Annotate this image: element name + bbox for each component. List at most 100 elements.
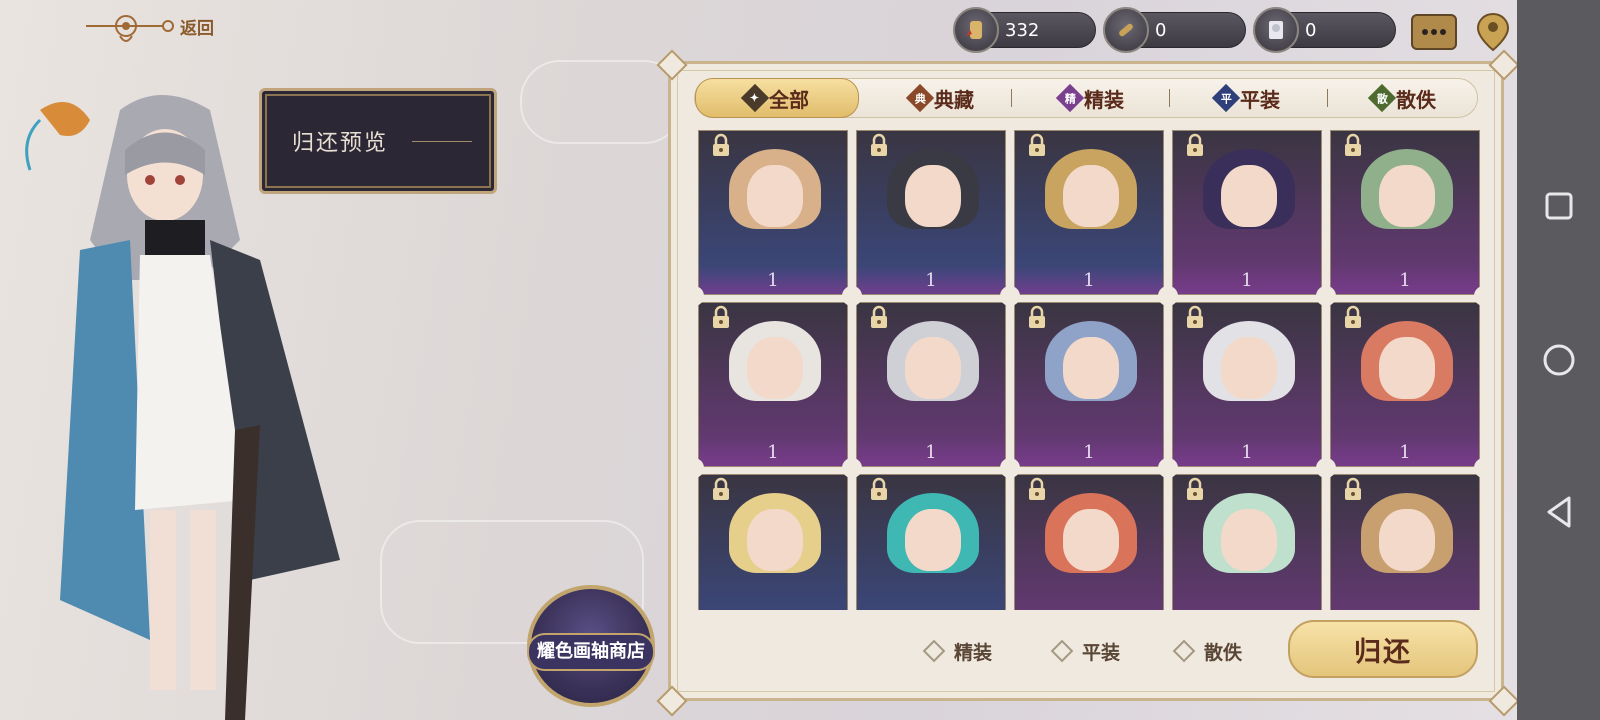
card-grid: 1 1 1 1 1 1 1 1 1 1 xyxy=(698,130,1484,610)
character-card[interactable] xyxy=(1172,474,1322,610)
lock-icon xyxy=(869,305,889,334)
scroll-shop-label: 耀色画轴商店 xyxy=(527,633,655,671)
character-face xyxy=(905,509,961,571)
diamond-checkbox-icon xyxy=(1050,639,1074,663)
character-card[interactable] xyxy=(1014,474,1164,610)
currency-scroll-ticket[interactable]: 332 xyxy=(953,7,1096,53)
filter-label: 平装 xyxy=(1082,641,1121,664)
diamond-checkbox-icon xyxy=(1172,639,1196,663)
location-pin-button[interactable] xyxy=(1476,12,1510,52)
card-count: 1 xyxy=(1241,270,1253,291)
card-count: 1 xyxy=(1083,270,1095,291)
character-face xyxy=(1221,337,1277,399)
card-divider-notch xyxy=(1316,458,1336,478)
lock-icon xyxy=(1027,477,1047,506)
tab-all[interactable]: ✦ 全部 xyxy=(695,78,859,118)
return-button-label: 归还 xyxy=(1354,636,1412,668)
character-face xyxy=(1063,165,1119,227)
lock-icon xyxy=(1185,133,1205,162)
card-count: 1 xyxy=(1399,270,1411,291)
category-tabs: ✦ 全部 典 典藏 精 精装 平 平装 散 散佚 xyxy=(694,78,1478,118)
character-card[interactable]: 1 xyxy=(1172,302,1322,467)
card-count: 1 xyxy=(1241,442,1253,463)
lock-icon xyxy=(1343,477,1363,506)
character-card[interactable]: 1 xyxy=(856,130,1006,295)
currency-value: 0 xyxy=(1305,20,1317,41)
book-portrait-icon xyxy=(1253,7,1299,53)
character-card[interactable] xyxy=(856,474,1006,610)
return-preview-label: 归还预览 xyxy=(292,131,389,156)
character-card[interactable]: 1 xyxy=(1014,130,1164,295)
currency-book[interactable]: 0 xyxy=(1253,7,1396,53)
badge-lost-icon: 散 xyxy=(1367,83,1397,113)
lock-icon xyxy=(869,133,889,162)
character-card[interactable]: 1 xyxy=(856,302,1006,467)
currency-value: 0 xyxy=(1155,20,1167,41)
scroll-ticket-icon xyxy=(953,7,999,53)
badge-paperback-icon: 平 xyxy=(1211,83,1241,113)
recents-button[interactable] xyxy=(1539,186,1579,226)
character-face xyxy=(1221,165,1277,227)
tab-deluxe[interactable]: 精 精装 xyxy=(1017,79,1167,117)
character-card[interactable] xyxy=(698,474,848,610)
badge-deluxe-icon: 精 xyxy=(1055,83,1085,113)
card-divider-notch xyxy=(842,458,862,478)
scroll-shop-button[interactable]: 耀色画轴商店 xyxy=(527,585,655,707)
character-card[interactable]: 1 xyxy=(1172,130,1322,295)
chat-button[interactable] xyxy=(1411,14,1457,50)
back-nav-button[interactable] xyxy=(1539,492,1579,532)
character-card[interactable]: 1 xyxy=(698,302,848,467)
character-face xyxy=(747,337,803,399)
card-count: 1 xyxy=(767,442,779,463)
diamond-checkbox-icon xyxy=(922,639,946,663)
tab-label: 平装 xyxy=(1240,87,1280,112)
tab-separator xyxy=(1011,89,1012,107)
filter-deluxe[interactable]: 精装 xyxy=(922,634,992,668)
badge-collection-icon: 典 xyxy=(905,83,935,113)
character-card[interactable]: 1 xyxy=(1330,130,1480,295)
filter-lost[interactable]: 散佚 xyxy=(1172,634,1243,668)
back-label: 返回 xyxy=(180,18,214,39)
tab-label: 全部 xyxy=(769,87,809,112)
tab-separator xyxy=(1327,89,1328,107)
tab-paperback[interactable]: 平 平装 xyxy=(1173,79,1323,117)
return-preview-box[interactable]: 归还预览 xyxy=(259,88,497,194)
character-face xyxy=(1379,337,1435,399)
ornate-arrow-icon xyxy=(86,15,174,42)
return-button[interactable]: 归还 xyxy=(1288,620,1478,678)
character-face xyxy=(1221,509,1277,571)
square-icon xyxy=(1545,192,1573,220)
character-face xyxy=(747,509,803,571)
card-count: 1 xyxy=(925,442,937,463)
lock-icon xyxy=(1027,305,1047,334)
circle-icon xyxy=(1543,344,1575,376)
lock-icon xyxy=(869,477,889,506)
background-ornament xyxy=(520,60,684,144)
tab-collection[interactable]: 典 典藏 xyxy=(867,79,1017,117)
filter-paperback[interactable]: 平装 xyxy=(1050,634,1121,668)
character-face xyxy=(1379,509,1435,571)
currency-scroll[interactable]: 0 xyxy=(1103,7,1246,53)
character-face xyxy=(1379,165,1435,227)
tab-lost[interactable]: 散 散佚 xyxy=(1329,79,1479,117)
character-card[interactable]: 1 xyxy=(1330,302,1480,467)
character-card[interactable] xyxy=(1330,474,1480,610)
card-divider-notch xyxy=(842,286,862,306)
character-face xyxy=(905,337,961,399)
card-count: 1 xyxy=(1083,442,1095,463)
character-card[interactable]: 1 xyxy=(1014,302,1164,467)
home-button[interactable] xyxy=(1539,340,1579,380)
character-card[interactable]: 1 xyxy=(698,130,848,295)
card-count: 1 xyxy=(925,270,937,291)
card-divider-notch xyxy=(1316,286,1336,306)
character-face xyxy=(905,165,961,227)
lock-icon xyxy=(711,133,731,162)
filter-label: 散佚 xyxy=(1204,641,1243,664)
triangle-back-icon xyxy=(1547,496,1571,528)
back-button[interactable]: 返回 xyxy=(84,6,214,46)
tab-separator xyxy=(1169,89,1170,107)
decorative-line xyxy=(412,141,472,142)
card-divider-notch xyxy=(1158,458,1178,478)
lock-icon xyxy=(1343,133,1363,162)
character-face xyxy=(747,165,803,227)
